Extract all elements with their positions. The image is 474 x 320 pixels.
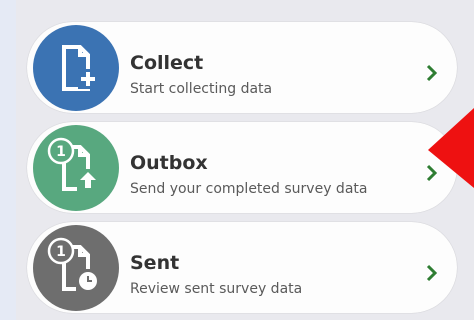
sent-title: Sent: [130, 252, 180, 274]
collect-title: Collect: [130, 52, 204, 74]
outbox-subtitle: Send your completed survey data: [130, 181, 368, 197]
red-arrow-annotation-icon: [428, 108, 474, 188]
left-edge-strip: [0, 0, 16, 320]
sent-subtitle: Review sent survey data: [130, 281, 303, 297]
sent-icon: 1: [33, 225, 119, 311]
outbox-title: Outbox: [130, 152, 208, 174]
collect-subtitle: Start collecting data: [130, 81, 273, 97]
outbox-icon: 1: [33, 125, 119, 211]
sent-menu-item[interactable]: 1 Sent Review sent survey data: [27, 222, 457, 313]
chevron-right-icon: [426, 64, 438, 82]
sent-count-badge: 1: [56, 244, 66, 260]
collect-menu-item[interactable]: Collect Start collecting data: [27, 22, 457, 113]
chevron-right-icon: [426, 264, 438, 282]
outbox-menu-item[interactable]: 1 Outbox Send your completed survey data: [27, 122, 457, 213]
collect-icon: [33, 25, 119, 111]
outbox-count-badge: 1: [56, 144, 66, 160]
